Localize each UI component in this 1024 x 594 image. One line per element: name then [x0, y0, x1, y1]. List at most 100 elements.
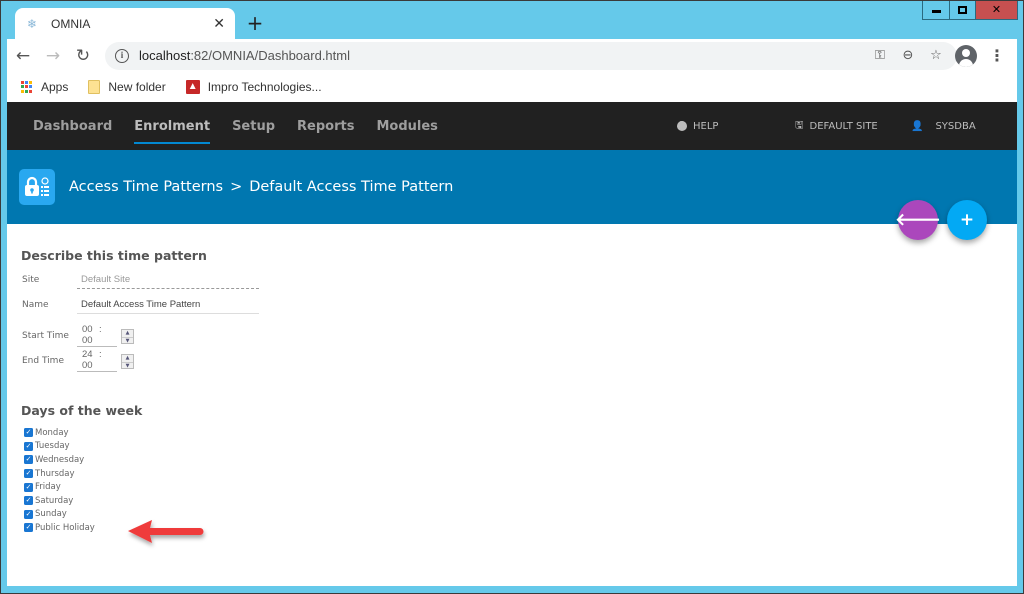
end-time-input[interactable]: 24 : 00: [77, 350, 117, 372]
url-host: localhost: [139, 48, 191, 63]
browser-tab[interactable]: ❄ OMNIA ✕: [15, 8, 235, 39]
browser-toolbar: ← → ↻ i localhost:82/OMNIA/Dashboard.htm…: [7, 39, 1017, 72]
describe-section-title: Describe this time pattern: [21, 248, 207, 263]
bookmark-label: Apps: [41, 80, 69, 94]
nav-setup[interactable]: Setup: [232, 115, 275, 138]
bookmark-apps[interactable]: Apps: [21, 80, 68, 94]
end-time-row: End Time 24 : 00 ▲ ▼: [21, 349, 1003, 373]
checkbox-checked-icon[interactable]: ✓: [24, 455, 33, 465]
checkbox-checked-icon[interactable]: ✓: [24, 441, 33, 451]
tab-title: OMNIA: [51, 16, 91, 31]
end-time-spinner[interactable]: ▲ ▼: [121, 353, 134, 370]
star-icon[interactable]: ☆: [925, 48, 947, 63]
spin-up-icon[interactable]: ▲: [122, 355, 133, 363]
spin-down-icon[interactable]: ▼: [122, 363, 133, 370]
spin-down-icon[interactable]: ▼: [122, 338, 133, 345]
site-selector[interactable]: 🖫 DEFAULT SITE: [795, 118, 878, 135]
nav-enrolment[interactable]: Enrolment: [134, 115, 210, 144]
menu-icon[interactable]: ⋮: [989, 46, 1005, 65]
breadcrumb-separator: >: [230, 179, 243, 195]
name-row: Name Default Access Time Pattern: [21, 294, 1003, 316]
nav-reports[interactable]: Reports: [297, 115, 354, 138]
start-time-spinner[interactable]: ▲ ▼: [121, 328, 134, 345]
info-icon[interactable]: i: [115, 48, 129, 63]
site-field: Default Site: [77, 271, 259, 289]
name-label: Name: [22, 300, 49, 310]
day-label: Wednesday: [35, 454, 85, 465]
start-time-input[interactable]: 00 : 00: [77, 325, 117, 347]
start-time-label: Start Time: [22, 331, 69, 341]
window-close-button[interactable]: ✕: [975, 0, 1017, 19]
spin-up-icon[interactable]: ▲: [122, 330, 133, 338]
checkbox-checked-icon[interactable]: ✓: [24, 469, 33, 479]
apps-grid-icon: [21, 81, 33, 93]
end-minutes: 00: [82, 360, 93, 371]
arrow-left-icon: ←: [15, 45, 31, 66]
user-menu[interactable]: 👤 SYSDBA: [911, 121, 976, 132]
bookmarks-bar: Apps New folder ▲ Impro Technologies...: [7, 72, 1017, 102]
start-minutes: 00: [82, 335, 93, 346]
nav-modules[interactable]: Modules: [376, 115, 437, 138]
omnia-favicon-icon: ❄: [27, 16, 38, 31]
bookmark-impro[interactable]: ▲ Impro Technologies...: [185, 80, 322, 94]
page-header: Access Time Patterns > Default Access Time…: [7, 150, 1017, 224]
user-icon: 👤: [911, 120, 924, 132]
address-bar[interactable]: i localhost:82/OMNIA/Dashboard.html ⚿ ⊖ …: [105, 41, 957, 70]
maximize-icon: [958, 5, 967, 14]
url-text[interactable]: localhost:82/OMNIA/Dashboard.html: [139, 48, 863, 63]
arrow-right-icon: →: [45, 45, 61, 66]
back-button[interactable]: 🡐: [895, 200, 941, 240]
back-nav-button[interactable]: ←: [9, 42, 37, 70]
day-saturday[interactable]: ✓ Saturday: [21, 494, 1003, 508]
plus-icon: +: [959, 210, 975, 230]
url-path: :82/OMNIA/Dashboard.html: [190, 48, 350, 63]
day-label: Thursday: [35, 468, 75, 479]
day-label: Monday: [35, 427, 69, 438]
save-disk-icon: 🖫: [795, 119, 804, 131]
day-thursday[interactable]: ✓ Thursday: [21, 467, 1003, 481]
app-viewport: Dashboard Enrolment Setup Reports Module…: [7, 102, 1017, 586]
day-wednesday[interactable]: ✓ Wednesday: [21, 453, 1003, 467]
key-icon[interactable]: ⚿: [869, 48, 891, 63]
name-input[interactable]: Default Access Time Pattern: [77, 296, 259, 314]
days-section-title: Days of the week: [21, 403, 143, 418]
window-controls: ✕: [922, 0, 1018, 20]
impro-icon: ▲: [185, 80, 200, 94]
breadcrumb-current: Default Access Time Pattern: [249, 179, 454, 195]
bookmark-new-folder[interactable]: New folder: [88, 80, 166, 94]
add-button[interactable]: +: [947, 200, 987, 240]
checkbox-checked-icon[interactable]: ✓: [24, 523, 33, 533]
day-label: Friday: [35, 482, 61, 493]
bookmark-label: Impro Technologies...: [207, 80, 322, 94]
tab-close-icon[interactable]: ✕: [213, 16, 225, 32]
reload-button[interactable]: ↻: [69, 42, 97, 70]
form-content: Describe this time pattern Site Default …: [7, 248, 1017, 535]
end-time-label: End Time: [22, 356, 64, 366]
checkbox-checked-icon[interactable]: ✓: [24, 482, 33, 492]
time-colon: :: [99, 349, 102, 360]
minimize-icon: [931, 10, 941, 13]
folder-icon: [88, 80, 101, 94]
close-icon: ✕: [991, 3, 1002, 16]
breadcrumb-parent[interactable]: Access Time Patterns: [69, 179, 223, 195]
zoom-out-icon[interactable]: ⊖: [897, 48, 919, 63]
help-icon: ?: [677, 121, 687, 131]
help-link[interactable]: ? HELP: [677, 121, 718, 132]
top-navigation: Dashboard Enrolment Setup Reports Module…: [7, 102, 1017, 150]
checkbox-checked-icon[interactable]: ✓: [24, 509, 33, 519]
day-monday[interactable]: ✓ Monday: [21, 426, 1003, 440]
breadcrumb: Access Time Patterns > Default Access Time…: [69, 179, 453, 195]
checkbox-checked-icon[interactable]: ✓: [24, 496, 33, 506]
day-tuesday[interactable]: ✓ Tuesday: [21, 440, 1003, 454]
access-time-pattern-icon: [19, 169, 55, 205]
profile-icon[interactable]: [955, 44, 977, 67]
site-label: Site: [22, 275, 40, 285]
minimize-button[interactable]: [923, 0, 949, 19]
nav-dashboard[interactable]: Dashboard: [33, 115, 112, 138]
forward-nav-button[interactable]: →: [39, 42, 67, 70]
checkbox-checked-icon[interactable]: ✓: [24, 428, 33, 438]
new-tab-button[interactable]: +: [245, 12, 265, 34]
user-label: SYSDBA: [935, 120, 976, 132]
maximize-button[interactable]: [949, 0, 975, 19]
day-friday[interactable]: ✓ Friday: [21, 480, 1003, 494]
